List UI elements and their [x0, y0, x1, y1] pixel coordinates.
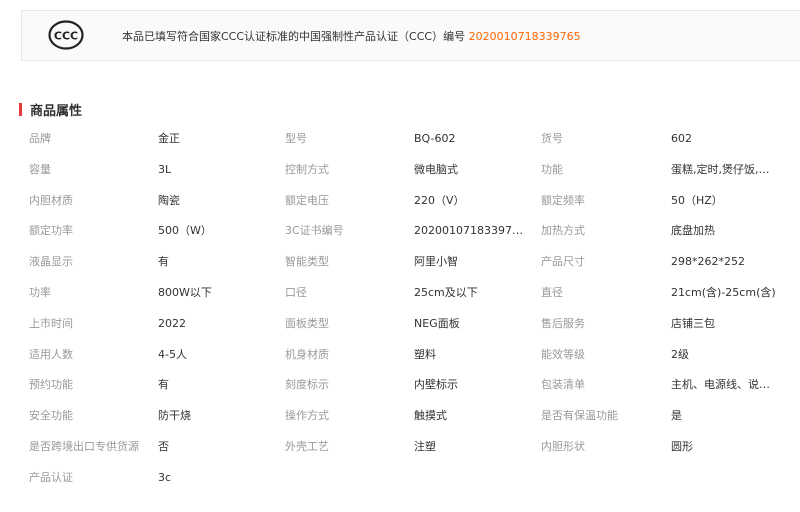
attribute-label: 功能 [541, 162, 563, 176]
attribute-value: 阿里小智 [414, 255, 458, 269]
ccc-certificate-banner: CCC 本品已填写符合国家CCC认证标准的中国强制性产品认证（CCC）编号 20… [21, 10, 800, 61]
attribute-value: 注塑 [414, 439, 436, 453]
attribute-value: 微电脑式 [414, 162, 458, 176]
attribute-label: 控制方式 [285, 162, 329, 176]
attribute-label: 品牌 [29, 132, 51, 145]
attribute-value: 3L [158, 162, 172, 176]
attribute-value: 500（W） [158, 224, 212, 238]
attribute-row: 品牌 金正 型号 BQ-602 货号 602 [29, 124, 799, 155]
ccc-notice-text: 本品已填写符合国家CCC认证标准的中国强制性产品认证（CCC）编号 [122, 30, 466, 43]
attribute-label: 额定频率 [541, 193, 585, 207]
attribute-label: 售后服务 [541, 316, 585, 330]
attribute-value: 主机、电源线、说明书 [671, 378, 779, 392]
attribute-label: 预约功能 [29, 378, 73, 392]
attribute-label: 智能类型 [285, 255, 329, 269]
ccc-notice: 本品已填写符合国家CCC认证标准的中国强制性产品认证（CCC）编号 202001… [122, 28, 581, 44]
attribute-label: 额定功率 [29, 224, 73, 238]
attribute-label: 安全功能 [29, 409, 73, 423]
ccc-code-link[interactable]: 2020010718339765 [469, 30, 581, 43]
attribute-label: 型号 [285, 132, 307, 145]
attribute-value: 25cm及以下 [414, 285, 478, 299]
attribute-label: 直径 [541, 285, 563, 299]
attribute-label: 额定电压 [285, 193, 329, 207]
attribute-row: 上市时间 2022 面板类型 NEG面板 售后服务 店铺三包 [29, 309, 799, 340]
attribute-row: 功率 800W以下 口径 25cm及以下 直径 21cm(含)-25cm(含) [29, 278, 799, 309]
attribute-label: 产品认证 [29, 470, 73, 484]
attribute-label: 货号 [541, 132, 563, 145]
attribute-value: 2020010718339765 [414, 224, 524, 238]
attribute-label: 外壳工艺 [285, 439, 329, 453]
attribute-label: 刻度标示 [285, 378, 329, 392]
attribute-value: 有 [158, 255, 169, 269]
attribute-value: 内壁标示 [414, 378, 458, 392]
attribute-label: 加热方式 [541, 224, 585, 238]
attribute-row: 安全功能 防干烧 操作方式 触摸式 是否有保温功能 是 [29, 401, 799, 432]
attribute-row: 液晶显示 有 智能类型 阿里小智 产品尺寸 298*262*252 [29, 247, 799, 278]
attribute-row: 预约功能 有 刻度标示 内壁标示 包装清单 主机、电源线、说明书 [29, 370, 799, 401]
attribute-value: NEG面板 [414, 316, 460, 330]
attribute-value: 800W以下 [158, 285, 212, 299]
attribute-value: 是 [671, 409, 682, 423]
attribute-label: 上市时间 [29, 316, 73, 330]
attribute-label: 内胆材质 [29, 193, 73, 207]
attribute-label: 是否跨境出口专供货源 [29, 439, 139, 453]
attribute-row: 额定功率 500（W） 3C证书编号 2020010718339765 加热方式 底盘加热 [29, 216, 799, 247]
attribute-value: 298*262*252 [671, 255, 745, 269]
attribute-label: 包装清单 [541, 378, 585, 392]
attribute-value: 圆形 [671, 439, 693, 453]
svg-text:CCC: CCC [54, 30, 78, 43]
attribute-value: 602 [671, 132, 692, 145]
attribute-value: 4-5人 [158, 347, 187, 361]
attribute-value: 陶瓷 [158, 193, 180, 207]
attribute-label: 产品尺寸 [541, 255, 585, 269]
attribute-value: 否 [158, 439, 169, 453]
attribute-label: 机身材质 [285, 347, 329, 361]
attribute-value: 2级 [671, 347, 689, 361]
attribute-value: 3c [158, 470, 172, 484]
attributes-table: 品牌 金正 型号 BQ-602 货号 602 容量 3L 控制方式 微电脑式 功能 蛋糕,定时,煲仔饭… [29, 124, 799, 494]
attribute-value: 塑料 [414, 347, 436, 361]
attribute-value: 2022 [158, 316, 186, 330]
attribute-value: 有 [158, 378, 169, 392]
attribute-value: 50（HZ） [671, 193, 723, 207]
attribute-row: 是否跨境出口专供货源 否 外壳工艺 注塑 内胆形状 圆形 [29, 432, 799, 463]
attribute-label: 3C证书编号 [285, 224, 344, 238]
attribute-label: 功率 [29, 285, 51, 299]
attribute-label: 适用人数 [29, 347, 73, 361]
attribute-row: 内胆材质 陶瓷 额定电压 220（V） 额定频率 50（HZ） [29, 186, 799, 217]
attribute-value: 21cm(含)-25cm(含) [671, 285, 776, 299]
section-title: 商品属性 [19, 101, 83, 119]
attribute-label: 操作方式 [285, 409, 329, 423]
attribute-label: 能效等级 [541, 347, 585, 361]
attribute-value: 蛋糕,定时,煲仔饭,预... [671, 162, 779, 176]
attribute-row: 产品认证 3c [29, 463, 799, 494]
attribute-value: 店铺三包 [671, 316, 715, 330]
attribute-row: 容量 3L 控制方式 微电脑式 功能 蛋糕,定时,煲仔饭,预... [29, 155, 799, 186]
attribute-label: 口径 [285, 285, 307, 299]
attribute-label: 面板类型 [285, 316, 329, 330]
attribute-label: 容量 [29, 162, 51, 176]
attribute-label: 是否有保温功能 [541, 409, 618, 423]
attribute-value: 金正 [158, 132, 180, 145]
attribute-row: 适用人数 4-5人 机身材质 塑料 能效等级 2级 [29, 340, 799, 371]
attribute-value: 220（V） [414, 193, 465, 207]
attribute-value: 触摸式 [414, 409, 447, 423]
attribute-label: 液晶显示 [29, 255, 73, 269]
attribute-label: 内胆形状 [541, 439, 585, 453]
ccc-logo-icon: CCC [48, 20, 84, 50]
attribute-value: 底盘加热 [671, 224, 715, 238]
attribute-value: BQ-602 [414, 132, 456, 145]
section-title-text: 商品属性 [30, 103, 83, 119]
attribute-value: 防干烧 [158, 409, 191, 423]
title-accent-bar [19, 102, 22, 116]
